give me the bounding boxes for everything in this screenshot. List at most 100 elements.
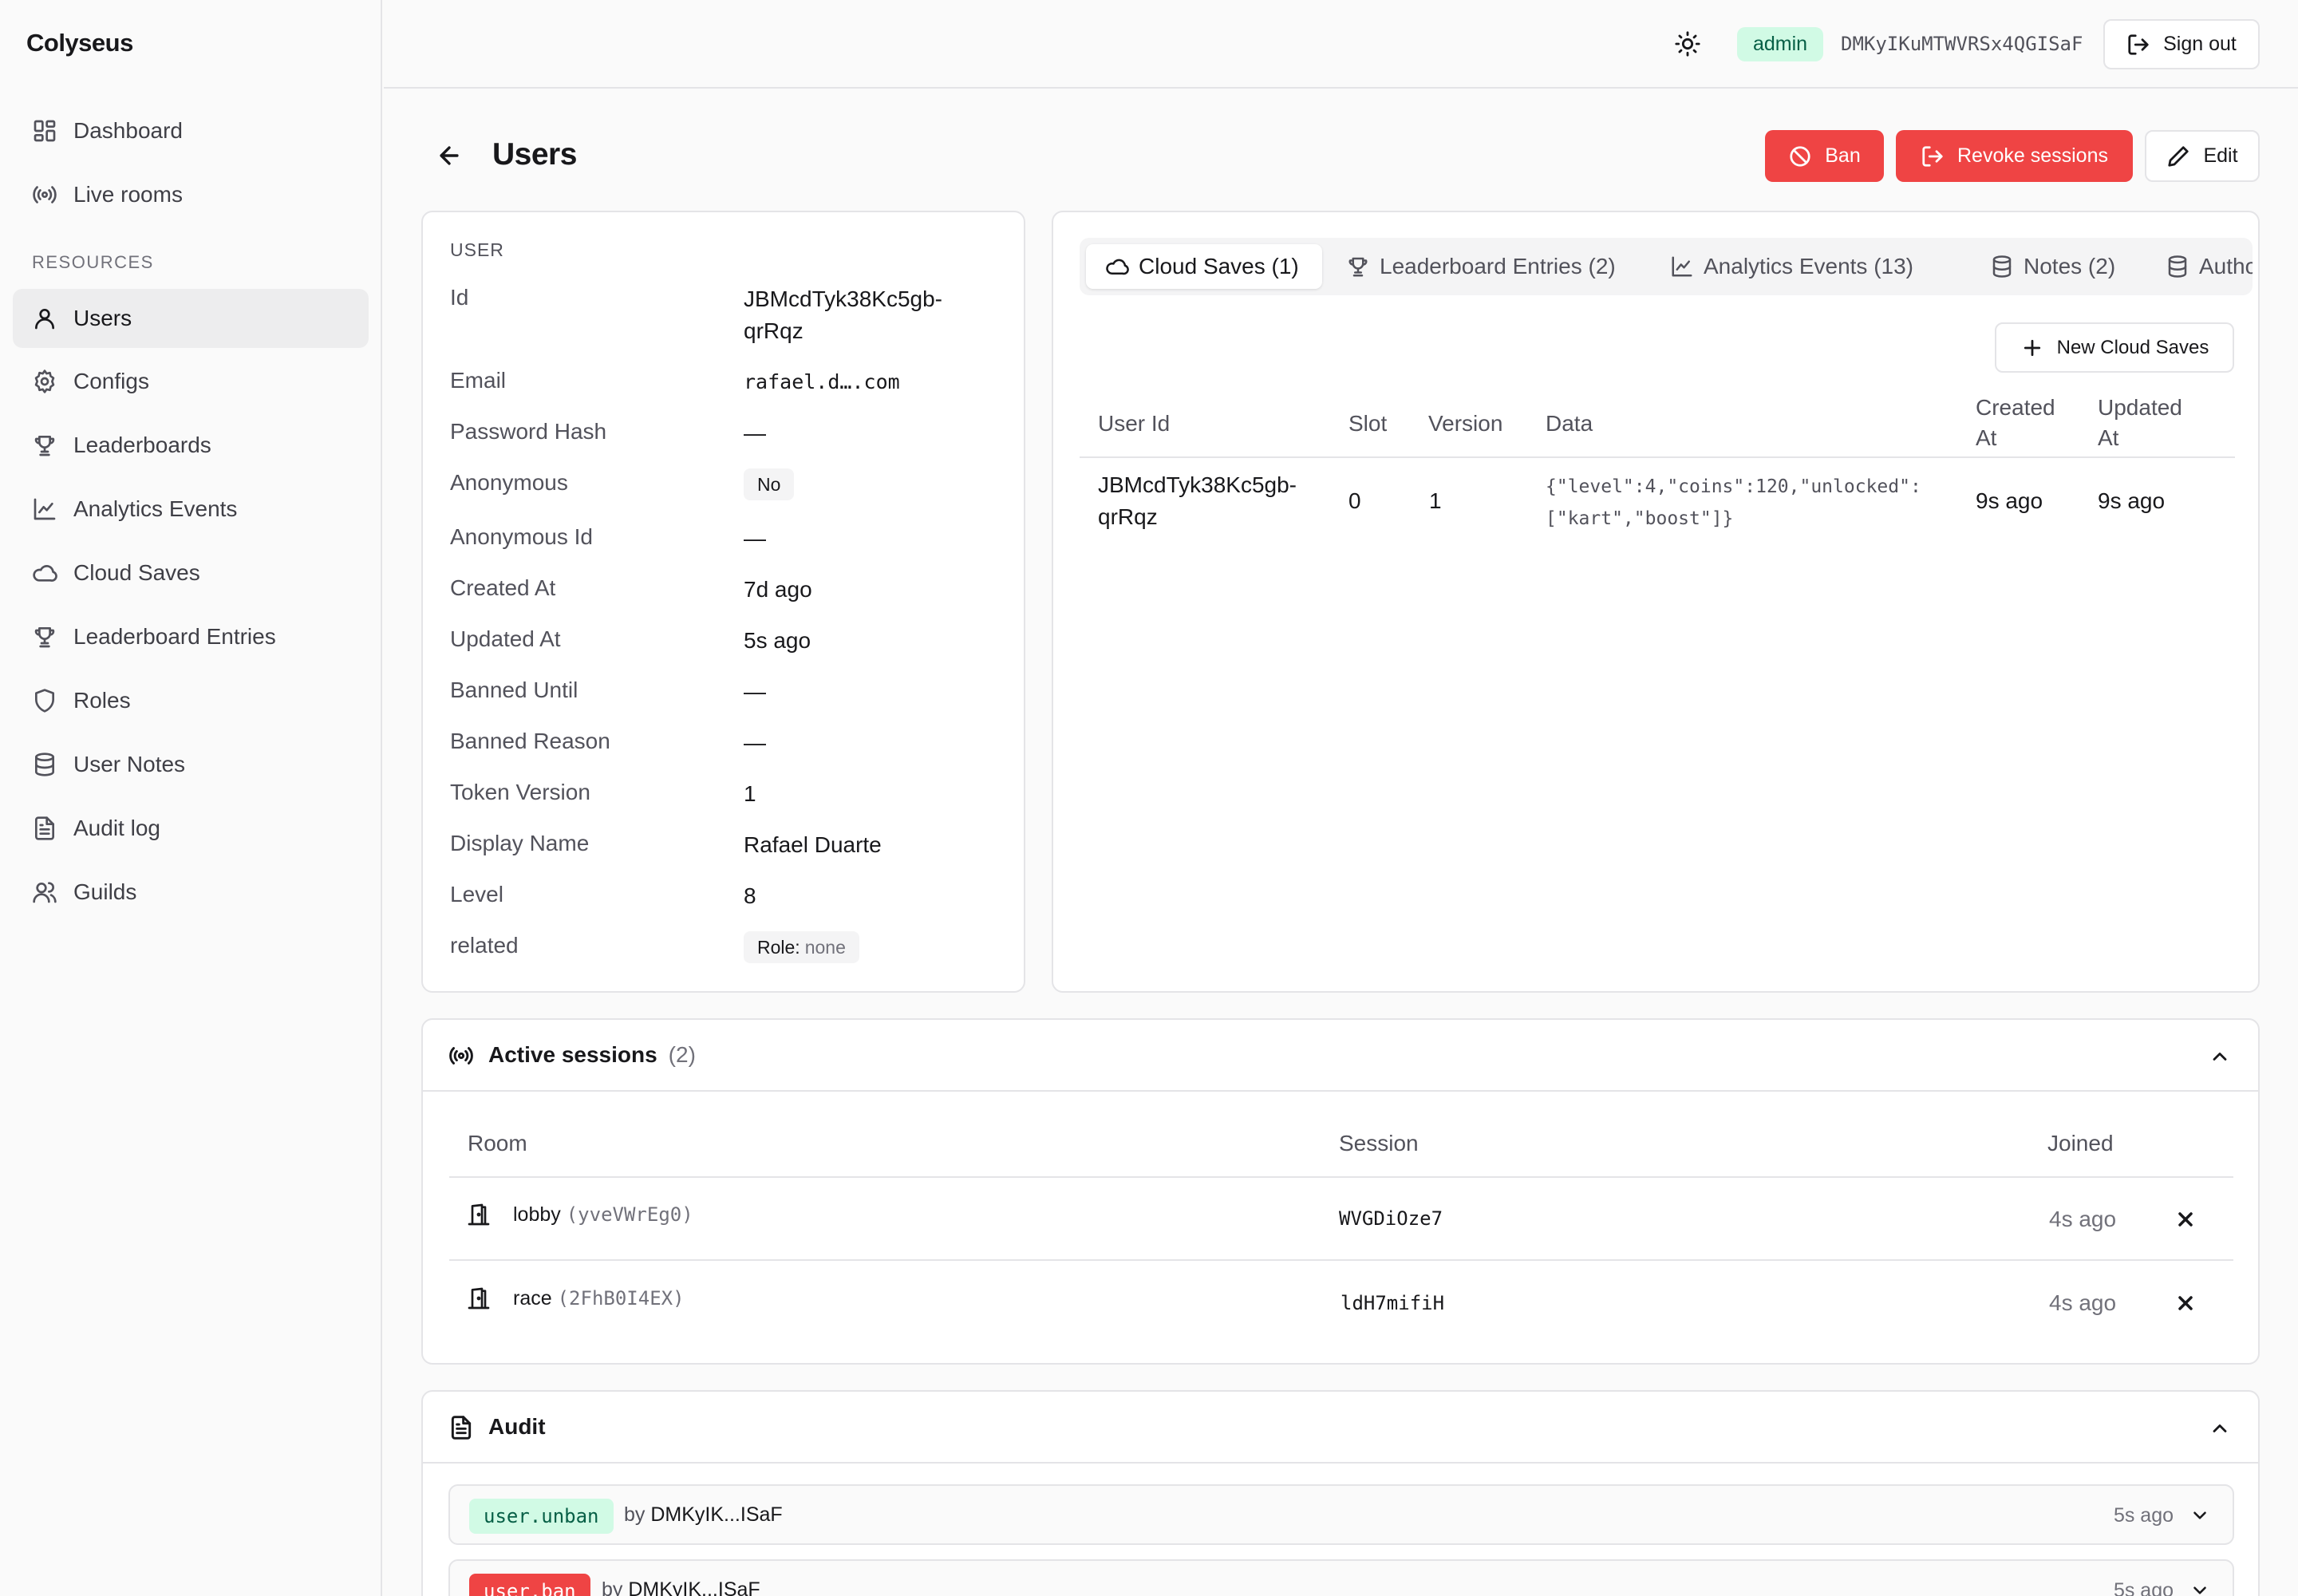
trophy-icon (32, 433, 57, 458)
column-header-version: Version (1428, 411, 1503, 436)
tab-label: Leaderboard Entries (2) (1380, 254, 1616, 279)
field-label-anonymous-id: Anonymous Id (450, 524, 593, 549)
chevron-down-icon[interactable] (2189, 1505, 2210, 1526)
cell-room: race (2FhB0I4EX) (513, 1282, 685, 1314)
sidebar-item-configs[interactable]: Configs (13, 352, 369, 411)
sidebar-item-user-notes[interactable]: User Notes (13, 735, 369, 794)
field-value-email: rafael.d….com (744, 370, 900, 393)
field-label-level: Level (450, 882, 503, 907)
cell-joined: 4s ago (2049, 1290, 2117, 1315)
field-label-display-name: Display Name (450, 831, 590, 855)
database-icon (32, 752, 57, 777)
sidebar-item-leaderboard-entries[interactable]: Leaderboard Entries (13, 607, 369, 666)
role-relation-badge[interactable]: Role: none (744, 931, 859, 963)
column-header-joined: Joined (2047, 1131, 2114, 1156)
role-key: Role: (757, 937, 800, 958)
field-label-banned-reason: Banned Reason (450, 729, 610, 753)
file-text-icon (448, 1415, 474, 1440)
cell-updated-at: 9s ago (2098, 488, 2166, 513)
column-header-user-id: User Id (1098, 411, 1171, 436)
created-at-line-1: Created (1976, 395, 2055, 420)
data-line-2: ["kart","boost"]} (1546, 508, 1734, 529)
new-cloud-save-button[interactable]: New Cloud Saves (1995, 322, 2234, 373)
field-value-banned-until: — (744, 679, 766, 704)
arrow-left-icon (436, 142, 464, 169)
sidebar-item-label: Guilds (73, 879, 137, 904)
sidebar-item-dashboard[interactable]: Dashboard (13, 101, 369, 160)
field-label-token-version: Token Version (450, 780, 590, 804)
ban-icon (1788, 144, 1812, 168)
revoke-sessions-button[interactable]: Revoke sessions (1896, 130, 2133, 182)
audit-entry[interactable]: user.ban by DMKyIK...ISaF 5s ago (448, 1559, 2234, 1596)
sidebar-item-guilds[interactable]: Guilds (13, 863, 369, 922)
chevron-down-icon[interactable] (2189, 1580, 2210, 1596)
sidebar-item-leaderboards[interactable]: Leaderboards (13, 416, 369, 475)
audit-time: 5s ago (2113, 1579, 2174, 1596)
tab-leaderboard-entries[interactable]: Leaderboard Entries (2) (1327, 244, 1635, 289)
close-icon[interactable] (2174, 1208, 2197, 1231)
brand-logo-text: Colyseus (26, 29, 133, 57)
audit-action-badge: user.ban (469, 1574, 590, 1596)
column-header-session: Session (1339, 1131, 1419, 1156)
active-sessions-panel: Active sessions (2) Room Session Joined l… (421, 1018, 2260, 1365)
sun-icon (1674, 30, 1703, 57)
file-text-icon (32, 816, 57, 841)
users-icon (32, 879, 57, 905)
updated-at-line-1: Updated (2098, 395, 2182, 420)
ban-button[interactable]: Ban (1765, 130, 1884, 182)
sidebar-item-label: Users (73, 306, 132, 330)
tab-notes[interactable]: Notes (2) (1971, 244, 2134, 289)
role-value: none (804, 937, 846, 958)
tab-analytics-events[interactable]: Analytics Events (13) (1651, 244, 1933, 289)
audit-time: 5s ago (2113, 1504, 2174, 1527)
active-sessions-header[interactable]: Active sessions (2) (423, 1020, 2258, 1092)
active-sessions-title: Active sessions (2) (488, 1042, 696, 1068)
field-label-updated-at: Updated At (450, 626, 561, 651)
current-user-id: DMKyIKuMTWVRSx4QGISaF (1841, 33, 2083, 55)
audit-entry[interactable]: user.unban by DMKyIK...ISaF 5s ago (448, 1484, 2234, 1545)
tab-label: Authori (2199, 254, 2253, 279)
field-label-anonymous: Anonymous (450, 470, 568, 495)
sidebar-item-audit-log[interactable]: Audit log (13, 799, 369, 858)
gear-icon (32, 369, 57, 394)
audit-actor: by DMKyIK...ISaF (602, 1578, 760, 1596)
field-value-id: JBMcdTyk38Kc5gb- qrRqz (744, 283, 942, 347)
chart-line-icon (32, 496, 57, 522)
edit-button[interactable]: Edit (2145, 130, 2260, 182)
data-line-1: {"level":4,"coins":120,"unlocked": (1546, 476, 1921, 497)
sign-out-label: Sign out (2163, 33, 2237, 55)
tab-authorizations[interactable]: Authori (2146, 244, 2253, 289)
door-icon (466, 1202, 492, 1227)
sign-out-button[interactable]: Sign out (2103, 19, 2260, 69)
trophy-icon (32, 624, 57, 650)
role-badge: admin (1737, 27, 1824, 61)
ban-label: Ban (1825, 144, 1861, 167)
field-value-anonymous-id: — (744, 526, 766, 551)
chevron-up-icon[interactable] (2209, 1417, 2231, 1440)
chevron-up-icon[interactable] (2209, 1045, 2231, 1068)
audit-header[interactable]: Audit (423, 1392, 2258, 1464)
field-label-created-at: Created At (450, 575, 556, 600)
cloud-icon (32, 560, 57, 586)
chart-line-icon (1670, 255, 1694, 279)
relations-card: Cloud Saves (1) Leaderboard Entries (2) … (1052, 211, 2260, 993)
sidebar-item-cloud-saves[interactable]: Cloud Saves (13, 543, 369, 602)
field-label-email: Email (450, 368, 507, 393)
theme-toggle-button[interactable] (1674, 30, 1703, 59)
field-value-updated-at: 5s ago (744, 628, 811, 653)
cell-room: lobby (yveVWrEg0) (513, 1199, 693, 1231)
cell-data: {"level":4,"coins":120,"unlocked": ["kar… (1546, 471, 1921, 535)
sidebar-item-users[interactable]: Users (13, 289, 369, 348)
sidebar-item-label: Leaderboards (73, 433, 211, 457)
log-out-icon (2126, 33, 2150, 57)
sidebar-item-roles[interactable]: Roles (13, 671, 369, 730)
back-button[interactable] (436, 142, 464, 171)
sidebar-item-live-rooms[interactable]: Live rooms (13, 165, 369, 224)
field-value-banned-reason: — (744, 730, 766, 755)
tab-cloud-saves[interactable]: Cloud Saves (1) (1086, 244, 1322, 289)
row-divider (449, 1259, 2233, 1261)
close-icon[interactable] (2174, 1292, 2197, 1314)
sidebar-item-analytics-events[interactable]: Analytics Events (13, 480, 369, 539)
sidebar-item-label: User Notes (73, 752, 186, 776)
trophy-icon (1346, 255, 1370, 279)
